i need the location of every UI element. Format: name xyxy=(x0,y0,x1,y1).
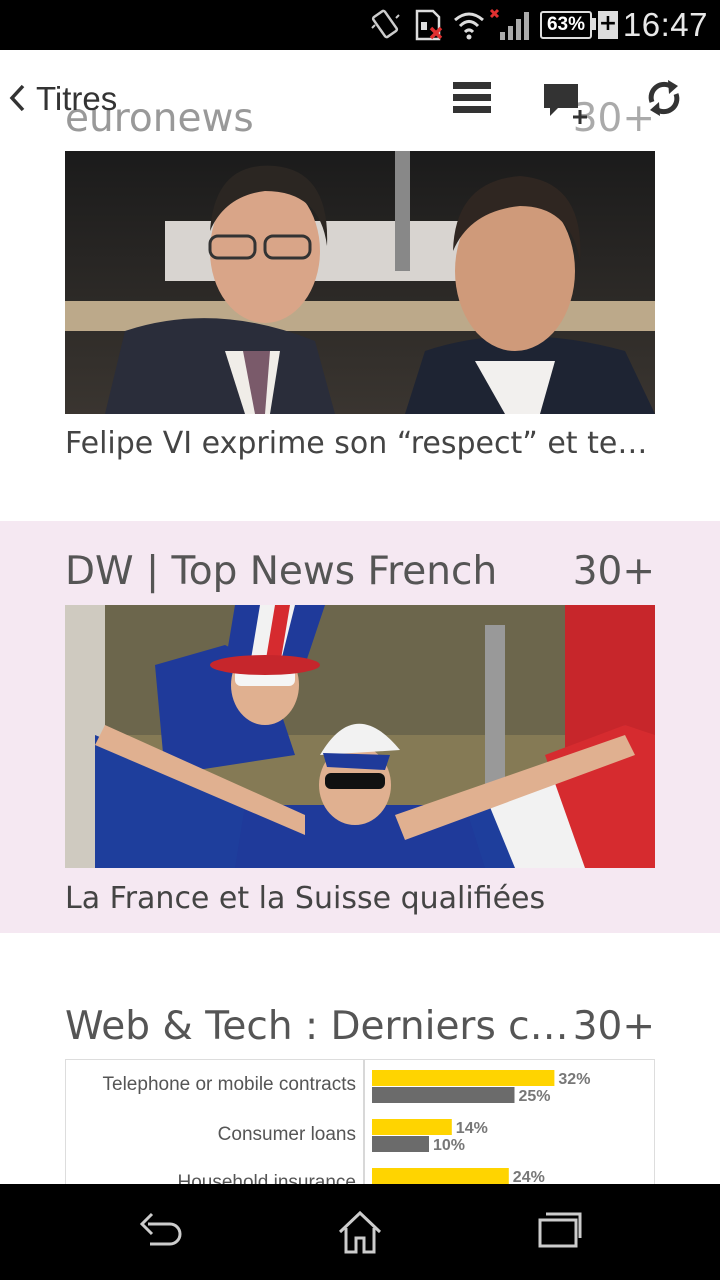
navigation-bar xyxy=(0,1184,720,1280)
chart-value-label: 14% xyxy=(456,1120,488,1137)
article-caption[interactable]: Felipe VI exprime son “respect” et tend … xyxy=(65,426,655,461)
chart-value-label: 32% xyxy=(558,1071,590,1088)
chart-bar-yellow xyxy=(372,1070,555,1086)
chevron-left-icon xyxy=(9,84,25,112)
chart-value-label: 10% xyxy=(433,1137,465,1154)
chart-bar-grey xyxy=(372,1087,515,1103)
recents-icon[interactable] xyxy=(536,1210,584,1250)
feed-section[interactable]: euronews 30+ Felipe VI exprime son “resp… xyxy=(0,0,720,520)
chart-row-label: Household insurance xyxy=(177,1172,356,1184)
chart-bar-yellow xyxy=(372,1168,509,1184)
chart-bar-grey xyxy=(372,1136,429,1152)
refresh-icon[interactable] xyxy=(644,78,684,118)
chart-row-label: Telephone or mobile contracts xyxy=(103,1074,356,1095)
back-label: Titres xyxy=(36,80,118,117)
list-icon[interactable] xyxy=(453,80,491,116)
chart-value-label: 25% xyxy=(519,1088,551,1105)
feed-count: 30+ xyxy=(572,549,655,594)
add-comment-icon[interactable] xyxy=(542,82,594,126)
feed-title: Web & Tech : Derniers cont... xyxy=(65,1004,585,1049)
back-button[interactable]: Titres xyxy=(8,80,117,118)
article-image[interactable] xyxy=(65,605,655,868)
chart-value-label: 24% xyxy=(513,1169,545,1184)
article-image[interactable] xyxy=(65,151,655,414)
bar-chart: Telephone or mobile contracts Consumer l… xyxy=(103,1060,590,1184)
back-nav-icon[interactable] xyxy=(138,1210,186,1250)
feed-section[interactable]: Web & Tech : Derniers cont... 30+ Teleph… xyxy=(0,990,720,1184)
article-caption[interactable]: La France et la Suisse qualifiées xyxy=(65,881,655,916)
feed-title: DW | Top News French xyxy=(65,549,498,594)
chart-bar-yellow xyxy=(372,1119,452,1135)
feed-section-selected[interactable]: DW | Top News French 30+ La France et la… xyxy=(0,521,720,933)
chart-row-label: Consumer loans xyxy=(218,1124,356,1145)
home-icon[interactable] xyxy=(336,1210,384,1256)
article-image[interactable]: Telephone or mobile contracts Consumer l… xyxy=(65,1059,655,1184)
feed-count: 30+ xyxy=(572,1004,655,1049)
